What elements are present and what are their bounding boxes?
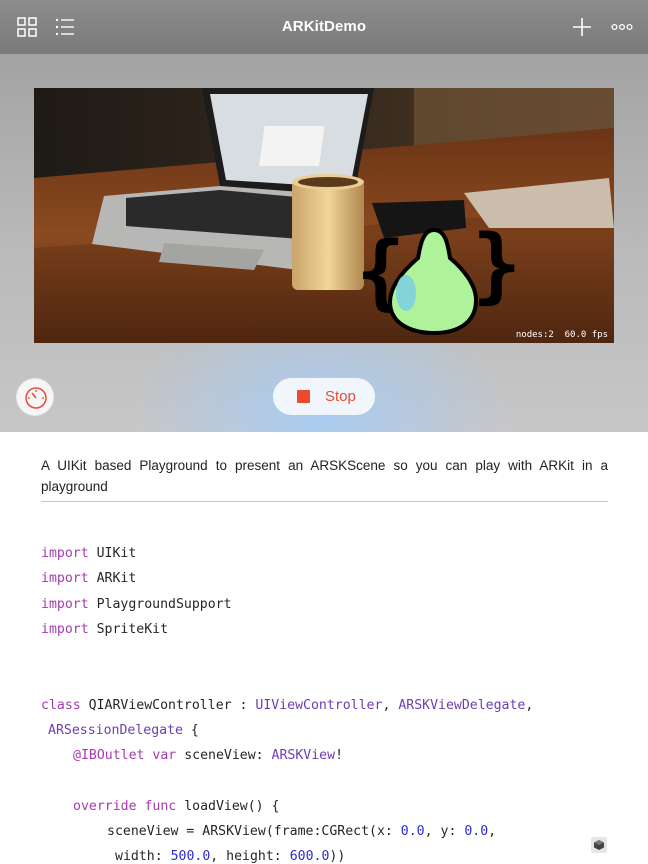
code-line: import PlaygroundSupport	[41, 597, 232, 612]
code-line: class QIARViewController : UIViewControl…	[41, 698, 534, 713]
render-stats: nodes:2 60.0 fps	[515, 330, 608, 340]
playground-description: A UIKit based Playground to present an A…	[41, 458, 608, 494]
code-line: import ARKit	[41, 571, 137, 586]
code-line: import UIKit	[41, 546, 137, 561]
svg-text:}: }	[472, 218, 521, 313]
code-line: width: 500.0, height: 600.0))	[115, 849, 346, 864]
live-view: { } nodes:2 60.0 fps Stop	[0, 54, 648, 432]
ar-camera-view[interactable]: { } nodes:2 60.0 fps	[34, 88, 614, 343]
page-title: ARKitDemo	[281, 18, 367, 35]
code-line: sceneView = ARSKView(frame:CGRect(x: 0.0…	[107, 824, 497, 839]
more-icon[interactable]	[610, 15, 634, 39]
code-line: import SpriteKit	[41, 622, 169, 637]
speedometer-icon	[25, 387, 47, 409]
code-line: override func loadView() {	[73, 799, 280, 814]
stop-button[interactable]: Stop	[273, 378, 375, 415]
code-line: ARSessionDelegate {	[48, 723, 199, 738]
stop-button-label: Stop	[325, 388, 356, 405]
stop-icon	[297, 390, 310, 403]
speedometer-button[interactable]	[16, 378, 54, 416]
plus-icon[interactable]	[570, 15, 594, 39]
code-line: @IBOutlet var sceneView: ARSKView!	[73, 748, 344, 763]
toolbar: ARKitDemo	[0, 0, 648, 54]
cube-icon[interactable]	[591, 837, 607, 853]
divider	[41, 501, 608, 502]
